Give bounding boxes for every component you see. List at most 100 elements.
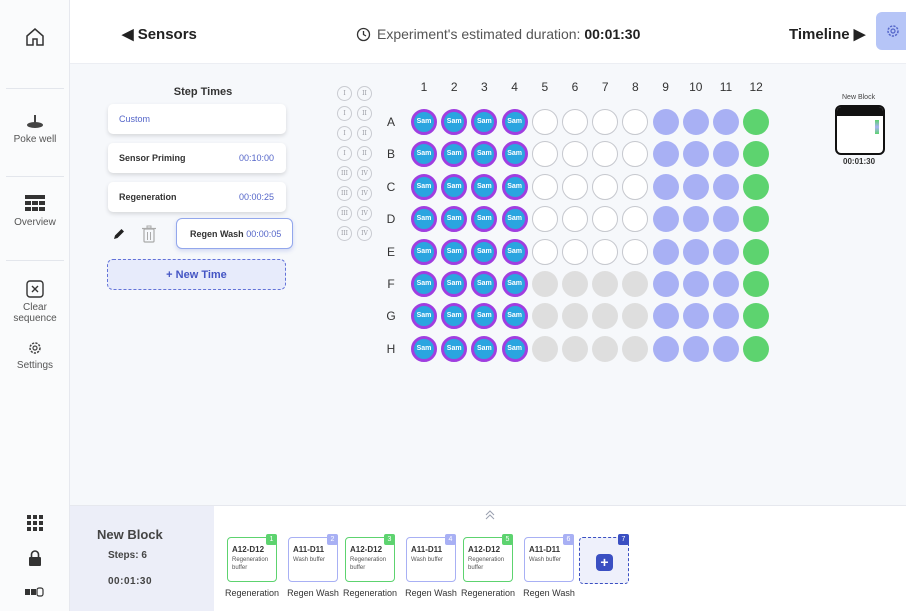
well-G3[interactable]: Sam	[471, 303, 498, 330]
quadrant-button[interactable]: I	[337, 126, 352, 141]
well-C4[interactable]: Sam	[501, 173, 528, 200]
well-B8[interactable]	[622, 141, 649, 168]
well-F9[interactable]	[652, 271, 679, 297]
step-card[interactable]: 3 A12-D12 Regeneration buffer	[345, 534, 395, 582]
well-D11[interactable]	[713, 206, 739, 233]
quadrant-button[interactable]: III	[337, 166, 352, 181]
well-D6[interactable]	[562, 206, 588, 233]
well-G12[interactable]	[743, 303, 770, 330]
well-F7[interactable]	[592, 271, 619, 297]
step-time-custom[interactable]: Custom	[108, 104, 286, 134]
well-B12[interactable]	[743, 141, 770, 168]
well-A8[interactable]	[622, 109, 649, 135]
well-D8[interactable]	[622, 206, 649, 233]
well-B9[interactable]	[652, 141, 679, 168]
device-button[interactable]	[0, 585, 70, 601]
well-B6[interactable]	[562, 141, 588, 168]
well-F1[interactable]: Sam	[411, 271, 437, 297]
well-C1[interactable]: Sam	[411, 173, 437, 200]
well-G2[interactable]: Sam	[441, 303, 468, 330]
well-H7[interactable]	[592, 335, 619, 362]
well-B2[interactable]: Sam	[441, 141, 468, 168]
quadrant-button[interactable]: I	[337, 146, 352, 161]
well-E12[interactable]	[743, 238, 770, 265]
quadrant-button[interactable]: I	[337, 106, 352, 121]
well-B11[interactable]	[713, 141, 739, 168]
well-D5[interactable]	[531, 206, 558, 233]
quadrant-button[interactable]: I	[337, 86, 352, 101]
step-card[interactable]: 4 A11-D11 Wash buffer	[406, 534, 456, 582]
well-E6[interactable]	[562, 238, 588, 265]
well-A5[interactable]	[531, 109, 558, 135]
well-H6[interactable]	[562, 335, 588, 362]
well-A2[interactable]: Sam	[441, 109, 468, 135]
overview-button[interactable]: Overview	[0, 195, 70, 228]
timeline-next-button[interactable]: Timeline ▶	[789, 25, 865, 43]
sensors-back-button[interactable]: ◀ Sensors	[122, 25, 197, 43]
well-A4[interactable]: Sam	[501, 109, 528, 135]
well-G11[interactable]	[713, 303, 739, 330]
well-F3[interactable]: Sam	[471, 271, 498, 297]
well-H11[interactable]	[713, 335, 739, 362]
well-D10[interactable]	[682, 206, 709, 233]
poke-well-button[interactable]: Poke well	[0, 114, 70, 145]
well-G1[interactable]: Sam	[411, 303, 437, 330]
well-H10[interactable]	[682, 335, 709, 362]
well-F11[interactable]	[713, 271, 739, 297]
well-D12[interactable]	[743, 206, 770, 233]
step-time-regeneration[interactable]: Regeneration 00:00:25	[108, 182, 286, 212]
step-card[interactable]: 2 A11-D11 Wash buffer	[288, 534, 338, 582]
quadrant-button[interactable]: III	[337, 206, 352, 221]
well-C2[interactable]: Sam	[441, 173, 468, 200]
well-E10[interactable]	[682, 238, 709, 265]
settings-tab[interactable]	[876, 12, 906, 50]
trash-icon[interactable]	[141, 225, 157, 243]
well-E4[interactable]: Sam	[501, 238, 528, 265]
well-G9[interactable]	[652, 303, 679, 330]
well-C11[interactable]	[713, 173, 739, 200]
well-E9[interactable]	[652, 238, 679, 265]
well-F2[interactable]: Sam	[441, 271, 468, 297]
well-A3[interactable]: Sam	[471, 109, 498, 135]
well-B3[interactable]: Sam	[471, 141, 498, 168]
well-C3[interactable]: Sam	[471, 173, 498, 200]
well-G8[interactable]	[622, 303, 649, 330]
well-E3[interactable]: Sam	[471, 238, 498, 265]
well-G4[interactable]: Sam	[501, 303, 528, 330]
well-C9[interactable]	[652, 173, 679, 200]
step-card[interactable]: 6 A11-D11 Wash buffer	[524, 534, 574, 582]
well-D7[interactable]	[592, 206, 619, 233]
well-C7[interactable]	[592, 173, 619, 200]
well-G10[interactable]	[682, 303, 709, 330]
well-C10[interactable]	[682, 173, 709, 200]
well-C12[interactable]	[743, 173, 770, 200]
pencil-icon[interactable]	[112, 227, 126, 241]
well-D2[interactable]: Sam	[441, 206, 468, 233]
well-E8[interactable]	[622, 238, 649, 265]
well-G5[interactable]	[531, 303, 558, 330]
well-D1[interactable]: Sam	[411, 206, 437, 233]
settings-button[interactable]: Settings	[0, 340, 70, 371]
quadrant-button[interactable]: IV	[357, 186, 372, 201]
quadrant-button[interactable]: II	[357, 126, 372, 141]
well-F4[interactable]: Sam	[501, 271, 528, 297]
well-B7[interactable]	[592, 141, 619, 168]
quadrant-button[interactable]: II	[357, 86, 372, 101]
step-time-regen-wash-selected[interactable]: Regen Wash 00:00:05	[176, 218, 293, 249]
well-H12[interactable]	[743, 335, 770, 362]
quadrant-button[interactable]: IV	[357, 206, 372, 221]
home-button[interactable]	[0, 26, 70, 52]
well-A12[interactable]	[743, 109, 770, 135]
apps-button[interactable]	[0, 515, 70, 535]
well-F10[interactable]	[682, 271, 709, 297]
well-A10[interactable]	[682, 109, 709, 135]
well-A7[interactable]	[592, 109, 619, 135]
well-D4[interactable]: Sam	[501, 206, 528, 233]
well-F12[interactable]	[743, 271, 770, 297]
clear-sequence-button[interactable]: Clear sequence	[0, 280, 70, 324]
step-time-sensor-priming[interactable]: Sensor Priming 00:10:00	[108, 143, 286, 173]
quadrant-button[interactable]: III	[337, 226, 352, 241]
well-C5[interactable]	[531, 173, 558, 200]
well-H1[interactable]: Sam	[411, 335, 437, 362]
well-F8[interactable]	[622, 271, 649, 297]
